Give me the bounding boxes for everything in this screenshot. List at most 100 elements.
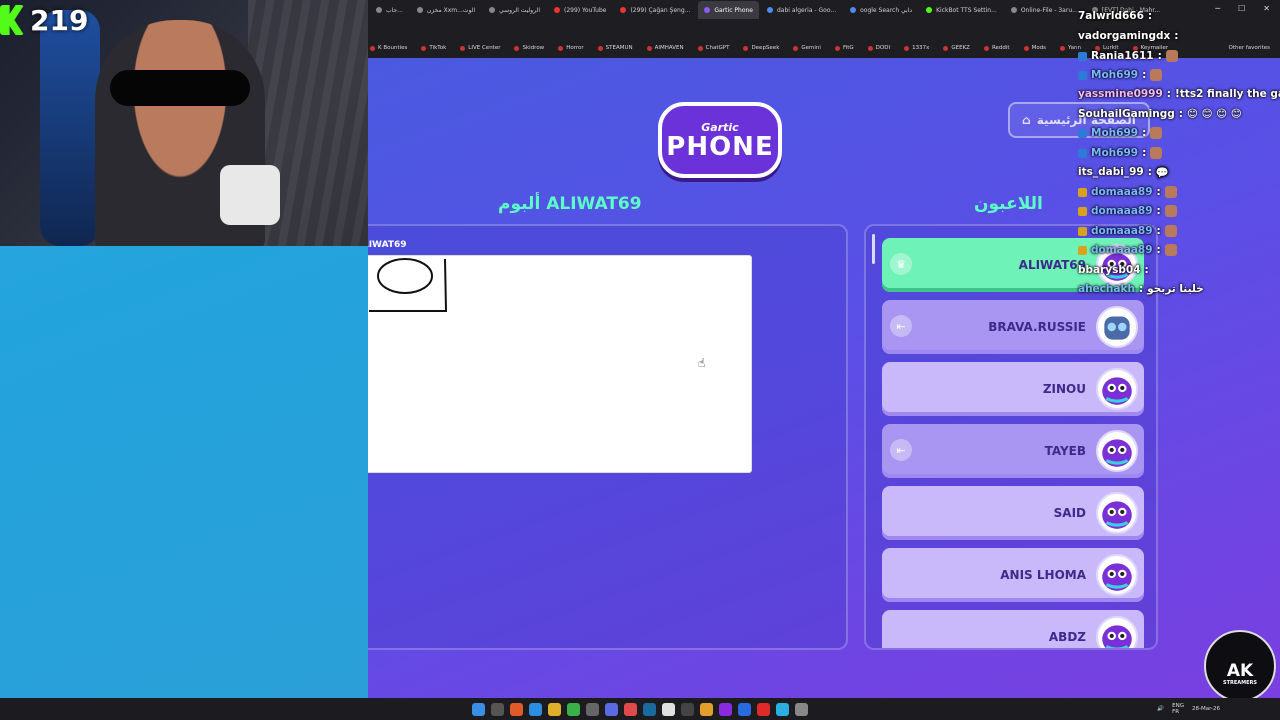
badge-icon: [1078, 226, 1087, 236]
badge-icon: [1078, 51, 1087, 61]
app-icon[interactable]: [700, 702, 713, 716]
home-icon: ⌂: [1022, 113, 1031, 127]
minimize-icon[interactable]: ─: [1215, 4, 1220, 13]
viewer-count-number: 219: [30, 3, 89, 37]
bookmark[interactable]: Horror: [558, 45, 584, 51]
maximize-icon[interactable]: ☐: [1238, 4, 1245, 13]
bookmark[interactable]: TikTok: [421, 45, 446, 51]
bookmark[interactable]: Mods: [1023, 45, 1046, 51]
tab-label: dabi algeria - Goo...: [777, 6, 837, 14]
crown-icon: ♛: [890, 253, 912, 275]
tab[interactable]: جاب...: [370, 1, 409, 19]
tab-label: oogle Search دابي: [860, 6, 913, 14]
badge-icon: [1078, 128, 1087, 138]
clock-date[interactable]: 28-Mar-26: [1192, 706, 1220, 712]
bookmark-icon: [904, 45, 910, 51]
settings-icon[interactable]: [795, 702, 808, 716]
youtube-icon: [620, 7, 627, 13]
player-name: BRAVA.RUSSIE: [988, 320, 1086, 334]
app-icon[interactable]: [757, 702, 770, 716]
windows-start-icon[interactable]: [472, 702, 485, 716]
player-avatar: [1096, 306, 1138, 348]
chrome-icon[interactable]: [662, 702, 675, 716]
leave-icon: ⇤: [890, 315, 912, 337]
ghost-avatar-icon: [1102, 377, 1132, 405]
drawing-canvas[interactable]: [368, 255, 752, 473]
tab[interactable]: oogle Search دابي: [844, 1, 918, 19]
bookmark[interactable]: K Bounties: [370, 45, 407, 51]
bookmark[interactable]: GEEKZ: [943, 45, 970, 51]
logo-big-text: PHONE: [666, 131, 774, 162]
tab-favicon-icon: [1010, 7, 1017, 13]
player-avatar: [1096, 430, 1138, 472]
player-avatar: [1096, 616, 1138, 648]
steam-icon[interactable]: [643, 702, 656, 716]
bookmark[interactable]: DeepSeek: [743, 45, 779, 51]
folder-icon[interactable]: [548, 702, 561, 716]
tab[interactable]: الروليت الروسي: [483, 1, 546, 19]
tab[interactable]: مخزن Xxm...الوت: [411, 1, 481, 19]
chat-message: domaaa89:: [1078, 242, 1177, 258]
other-favorites[interactable]: Other favorites: [1229, 45, 1271, 51]
chat-message: bbarysb04:: [1078, 264, 1149, 276]
tab-label: Gartic Phone: [714, 6, 753, 14]
tab[interactable]: (299) Çağan Şeng...: [614, 1, 696, 19]
bookmark-icon: [983, 45, 989, 51]
bookmark[interactable]: Gemini: [793, 45, 821, 51]
bookmark[interactable]: DODI: [867, 45, 890, 51]
bookmark[interactable]: ChatGPT: [697, 45, 729, 51]
emote-icon: [1164, 225, 1177, 237]
close-icon[interactable]: ✕: [1263, 4, 1270, 13]
tab[interactable]: dabi algeria - Goo...: [761, 1, 842, 19]
xbox-icon[interactable]: [567, 702, 580, 716]
bookmark-icon: [793, 45, 799, 51]
bookmark[interactable]: 1337x: [904, 45, 929, 51]
player-card: SAID: [882, 486, 1144, 540]
edge-icon[interactable]: [529, 702, 542, 716]
obs-icon[interactable]: [681, 702, 694, 716]
ghost-avatar-icon: [1102, 501, 1132, 529]
tab[interactable]: Online-File - 3aru...: [1005, 1, 1084, 19]
language-indicator[interactable]: ENG FR: [1172, 703, 1184, 715]
google-icon: [850, 7, 857, 13]
player-card: ABDZ: [882, 610, 1144, 648]
bookmark-icon: [697, 45, 703, 51]
chat-message: SouhailGamingg: 😊 😊 😊 😊: [1078, 108, 1242, 120]
tab-gartic-phone[interactable]: Gartic Phone: [698, 1, 759, 19]
app-icon[interactable]: [624, 702, 637, 716]
bookmark[interactable]: STEAMUN: [597, 45, 633, 51]
viewer-count: 219: [0, 2, 88, 38]
chat-message: domaaa89:: [1078, 223, 1177, 239]
bookmark-icon: [370, 45, 375, 51]
bookmark-icon: [421, 45, 427, 51]
emote-icon: [1164, 205, 1177, 217]
player-name: SAID: [1053, 506, 1086, 520]
chat-message: Moh699:: [1078, 145, 1163, 161]
youtube-icon: [554, 7, 560, 13]
emote-icon: [1150, 127, 1163, 139]
bookmark[interactable]: Reddit: [983, 45, 1010, 51]
bookmark[interactable]: FitG: [834, 45, 854, 51]
badge-icon: [1078, 206, 1087, 216]
brave-icon[interactable]: [510, 702, 523, 716]
tab-favicon-icon: [489, 7, 496, 13]
app-icon[interactable]: [776, 702, 789, 716]
discord-icon[interactable]: [605, 702, 618, 716]
search-icon[interactable]: [491, 702, 504, 716]
volume-icon[interactable]: 🔊: [1157, 706, 1164, 712]
tab-label: جاب...: [386, 6, 403, 14]
app-icon[interactable]: [738, 702, 751, 716]
tab[interactable]: (299) YouTube: [548, 1, 612, 19]
ak-streamers-logo: AK STREAMERS: [1204, 630, 1276, 702]
twitch-icon[interactable]: [719, 702, 732, 716]
bookmark-icon: [943, 45, 949, 51]
tab[interactable]: KickBot TTS Settin...: [920, 1, 1003, 19]
tab-favicon-icon: [416, 7, 423, 13]
bookmark[interactable]: AIMHAVEN: [646, 45, 684, 51]
players-title: اللاعبون: [974, 194, 1043, 214]
bookmark[interactable]: Skidrow: [514, 45, 544, 51]
app-icon[interactable]: [586, 702, 599, 716]
bookmark[interactable]: LIVE Center: [460, 45, 500, 51]
player-name: ANIS LHOMA: [1000, 568, 1086, 582]
players-scrollbar[interactable]: [872, 234, 875, 264]
